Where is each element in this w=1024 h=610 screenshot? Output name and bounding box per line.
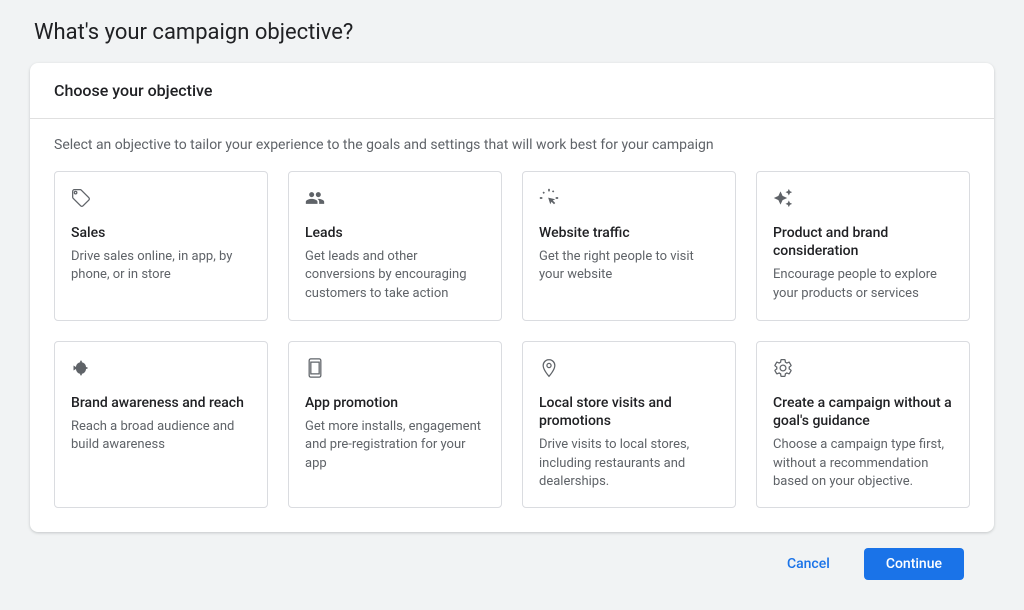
card-header: Choose your objective bbox=[30, 63, 994, 119]
page-title: What's your campaign objective? bbox=[34, 20, 994, 45]
option-description: Encourage people to explore your product… bbox=[773, 266, 953, 302]
option-title: Brand awareness and reach bbox=[71, 394, 251, 412]
megaphone-icon bbox=[71, 358, 251, 382]
cursor-click-icon bbox=[539, 188, 719, 212]
objective-card: Choose your objective Select an objectiv… bbox=[30, 63, 994, 532]
option-description: Reach a broad audience and build awarene… bbox=[71, 418, 251, 454]
option-description: Choose a campaign type first, without a … bbox=[773, 436, 953, 491]
gear-icon bbox=[773, 358, 953, 382]
option-description: Get more installs, engagement and pre-re… bbox=[305, 418, 485, 473]
option-title: Local store visits and promotions bbox=[539, 394, 719, 430]
objective-option-sales[interactable]: Sales Drive sales online, in app, by phon… bbox=[54, 171, 268, 321]
pin-icon bbox=[539, 358, 719, 382]
objective-option-brand-awareness-and-reach[interactable]: Brand awareness and reach Reach a broad a… bbox=[54, 341, 268, 508]
option-title: Create a campaign without a goal's guida… bbox=[773, 394, 953, 430]
card-header-title: Choose your objective bbox=[54, 81, 970, 100]
objective-option-leads[interactable]: Leads Get leads and other conversions by … bbox=[288, 171, 502, 321]
phone-icon bbox=[305, 358, 485, 382]
tag-icon bbox=[71, 188, 251, 212]
objective-option-create-a-campaign-without-a-goal-s-guidance[interactable]: Create a campaign without a goal's guida… bbox=[756, 341, 970, 508]
option-title: Website traffic bbox=[539, 224, 719, 242]
option-description: Get the right people to visit your websi… bbox=[539, 248, 719, 284]
option-title: Leads bbox=[305, 224, 485, 242]
option-description: Get leads and other conversions by encou… bbox=[305, 248, 485, 303]
objective-grid: Sales Drive sales online, in app, by phon… bbox=[54, 171, 970, 508]
objective-option-local-store-visits-and-promotions[interactable]: Local store visits and promotions Drive v… bbox=[522, 341, 736, 508]
sparkle-icon bbox=[773, 188, 953, 212]
helper-text: Select an objective to tailor your exper… bbox=[54, 137, 970, 153]
option-title: App promotion bbox=[305, 394, 485, 412]
continue-button[interactable]: Continue bbox=[864, 548, 964, 580]
objective-option-website-traffic[interactable]: Website traffic Get the right people to v… bbox=[522, 171, 736, 321]
people-icon bbox=[305, 188, 485, 212]
cancel-button[interactable]: Cancel bbox=[765, 548, 852, 580]
objective-option-product-and-brand-consideration[interactable]: Product and brand consideration Encourage… bbox=[756, 171, 970, 321]
option-description: Drive visits to local stores, including … bbox=[539, 436, 719, 491]
option-title: Sales bbox=[71, 224, 251, 242]
option-description: Drive sales online, in app, by phone, or… bbox=[71, 248, 251, 284]
option-title: Product and brand consideration bbox=[773, 224, 953, 260]
objective-option-app-promotion[interactable]: App promotion Get more installs, engageme… bbox=[288, 341, 502, 508]
footer-actions: Cancel Continue bbox=[30, 532, 994, 580]
card-body: Select an objective to tailor your exper… bbox=[30, 119, 994, 532]
